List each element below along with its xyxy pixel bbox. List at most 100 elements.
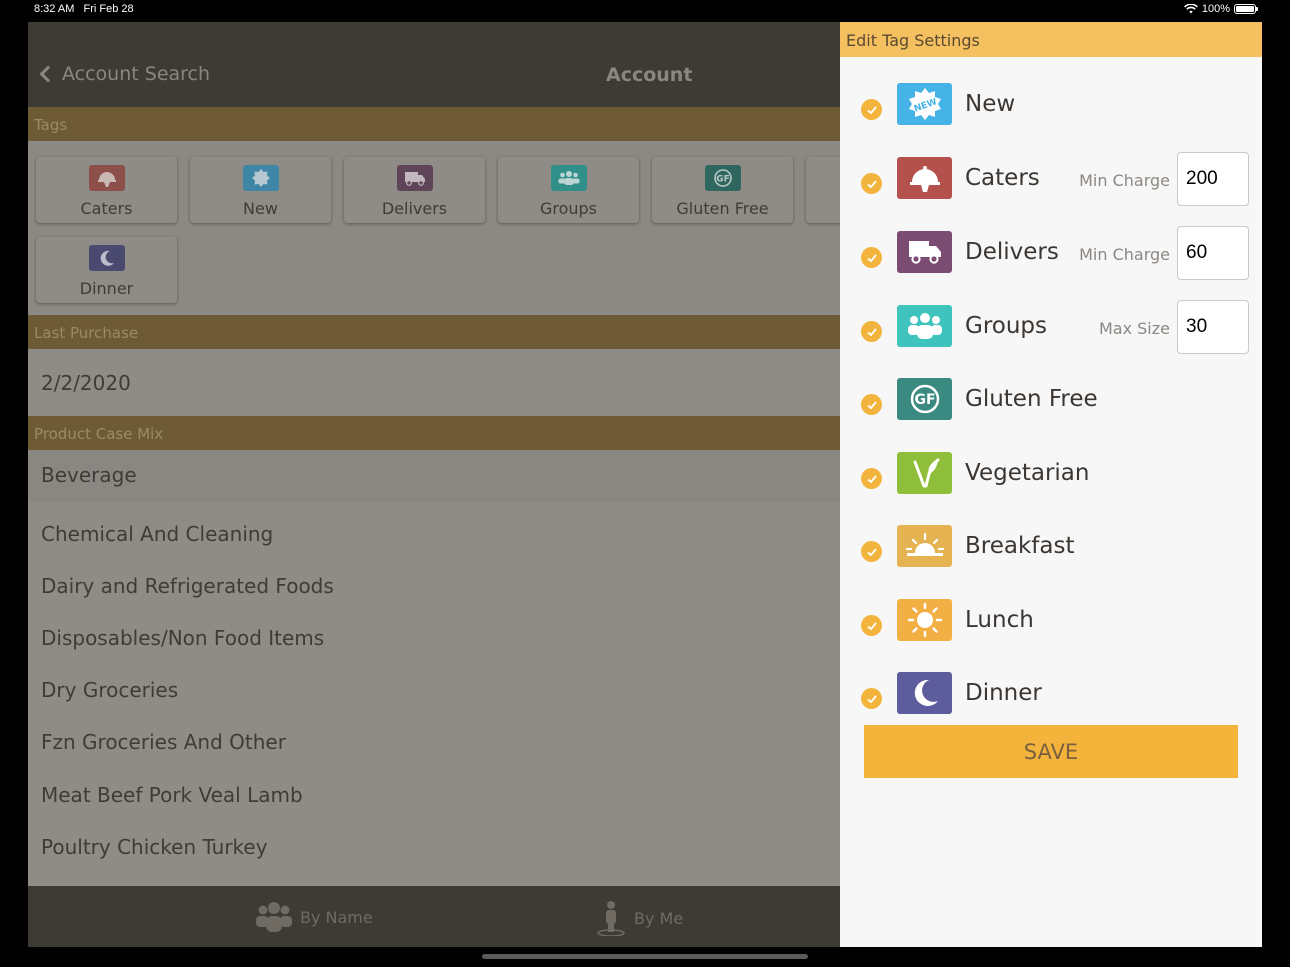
tag-row-caters: Caters Min Charge <box>840 152 1262 214</box>
tag-tile-label: New <box>243 199 278 218</box>
status-right: 100% <box>1183 3 1258 15</box>
tag-tile-caters[interactable]: Caters <box>36 157 177 223</box>
tag-tile-label: Caters <box>80 199 133 218</box>
delivers-icon <box>396 165 433 191</box>
wifi-icon <box>1183 4 1198 14</box>
caters-icon <box>88 165 125 191</box>
tags-grid: Caters New Delivers Groups GF Gluten Fre… <box>28 141 947 315</box>
tab-label: By Name <box>300 907 373 927</box>
list-item[interactable]: Disposables/Non Food Items <box>28 613 840 665</box>
tag-tile-label: Delivers <box>381 199 448 218</box>
tag-tile-dinner[interactable]: Dinner <box>36 237 177 303</box>
gluten-free-icon: GF <box>704 165 741 191</box>
checkmark-icon[interactable] <box>861 688 882 709</box>
tag-name: Groups <box>965 313 1048 339</box>
people-group-icon <box>897 305 952 347</box>
tab-label: By Me <box>634 908 684 928</box>
delivery-truck-icon <box>897 231 952 273</box>
people-group-icon <box>256 902 292 932</box>
sun-icon <box>897 599 952 641</box>
back-label: Account Search <box>62 63 211 85</box>
checkmark-icon[interactable] <box>861 541 882 562</box>
checkmark-icon[interactable] <box>861 173 882 194</box>
section-header-tags: Tags <box>28 107 840 141</box>
list-item[interactable]: Meat Beef Pork Veal Lamb <box>28 770 840 822</box>
field-label: Min Charge <box>1079 245 1170 264</box>
tab-by-name[interactable]: By Name <box>256 900 373 934</box>
list-item[interactable]: Dairy and Refrigerated Foods <box>28 561 840 613</box>
list-item[interactable]: Fzn Groceries And Other <box>28 717 840 769</box>
back-button[interactable]: Account Search <box>39 63 211 85</box>
new-badge-icon: NEW <box>897 83 952 125</box>
checkmark-icon[interactable] <box>861 321 882 342</box>
tag-row-dinner: Dinner <box>840 669 1262 729</box>
tag-name: Breakfast <box>965 533 1075 559</box>
account-screen: Account Search Account Tags Caters New D… <box>28 22 947 947</box>
person-location-icon <box>597 901 625 936</box>
tag-row-delivers: Delivers Min Charge <box>840 226 1262 288</box>
serving-cloche-icon <box>897 157 952 199</box>
chevron-left-icon <box>39 65 57 83</box>
tag-tile-delivers[interactable]: Delivers <box>344 157 485 223</box>
tag-name: Dinner <box>965 680 1042 706</box>
tag-row-gluten-free: GF Gluten Free <box>840 375 1262 435</box>
tag-tile-label: Dinner <box>79 279 134 298</box>
tab-bar: By Name By Me <box>28 886 840 947</box>
field-label: Max Size <box>1098 319 1170 338</box>
edit-tag-settings-panel: Edit Tag Settings NEW New Caters Min Cha… <box>840 22 1262 947</box>
tab-by-me[interactable]: By Me <box>596 900 683 936</box>
tag-tile-new[interactable]: New <box>190 157 331 223</box>
tag-row-lunch: Lunch <box>840 596 1262 656</box>
tag-name: Delivers <box>965 239 1059 265</box>
status-bar: 8:32 AM Fri Feb 28 100% <box>0 0 1290 22</box>
product-case-mix-list: Beverage Chemical And Cleaning Dairy and… <box>28 450 840 886</box>
checkmark-icon[interactable] <box>861 468 882 489</box>
checkmark-icon[interactable] <box>861 394 882 415</box>
tag-row-new: NEW New <box>840 80 1262 140</box>
list-item[interactable]: Dry Groceries <box>28 665 840 717</box>
new-icon <box>242 165 279 191</box>
list-item[interactable]: Poultry Chicken Turkey <box>28 822 840 874</box>
battery-percent: 100% <box>1201 3 1230 15</box>
groups-icon <box>550 165 587 191</box>
max-size-input[interactable] <box>1177 300 1249 354</box>
tag-name: Vegetarian <box>965 460 1090 486</box>
last-purchase-value: 2/2/2020 <box>28 349 840 416</box>
checkmark-icon[interactable] <box>861 615 882 636</box>
page-title: Account <box>606 64 693 86</box>
tag-name: Caters <box>965 165 1040 191</box>
home-indicator[interactable] <box>482 954 808 959</box>
panel-title: Edit Tag Settings <box>840 22 1262 57</box>
tag-row-breakfast: Breakfast <box>840 522 1262 582</box>
app-window: Account Search Account Tags Caters New D… <box>28 22 1262 947</box>
svg-text:GF: GF <box>716 175 730 185</box>
tag-tile-label: Gluten Free <box>676 199 769 218</box>
section-header-product-case-mix: Product Case Mix <box>28 416 840 450</box>
tag-name: Lunch <box>965 607 1034 633</box>
battery-icon <box>1234 4 1258 14</box>
svg-text:GF: GF <box>914 392 935 408</box>
field-label: Min Charge <box>1079 171 1170 190</box>
checkmark-icon[interactable] <box>861 99 882 120</box>
status-time: 8:32 AM Fri Feb 28 <box>34 3 134 15</box>
min-charge-input[interactable] <box>1177 152 1249 206</box>
moon-icon <box>897 672 952 714</box>
tag-row-vegetarian: Vegetarian <box>840 449 1262 509</box>
nav-bar: Account Search Account <box>28 22 840 107</box>
leaf-sprout-icon <box>897 452 952 494</box>
gluten-free-gf-icon: GF <box>897 378 952 420</box>
dinner-icon <box>88 245 125 271</box>
tag-name: New <box>965 91 1016 117</box>
checkmark-icon[interactable] <box>861 247 882 268</box>
list-item[interactable]: Beverage <box>28 450 840 502</box>
section-header-last-purchase: Last Purchase <box>28 315 840 349</box>
tag-tile-groups[interactable]: Groups <box>498 157 639 223</box>
sunrise-icon <box>897 525 952 567</box>
list-item[interactable]: Chemical And Cleaning <box>28 509 840 561</box>
tag-tile-gluten-free[interactable]: GF Gluten Free <box>652 157 793 223</box>
tag-name: Gluten Free <box>965 386 1098 412</box>
tag-tile-label: Groups <box>539 199 598 218</box>
tag-row-groups: Groups Max Size <box>840 300 1262 362</box>
min-charge-input[interactable] <box>1177 226 1249 280</box>
save-button[interactable]: SAVE <box>864 725 1238 778</box>
